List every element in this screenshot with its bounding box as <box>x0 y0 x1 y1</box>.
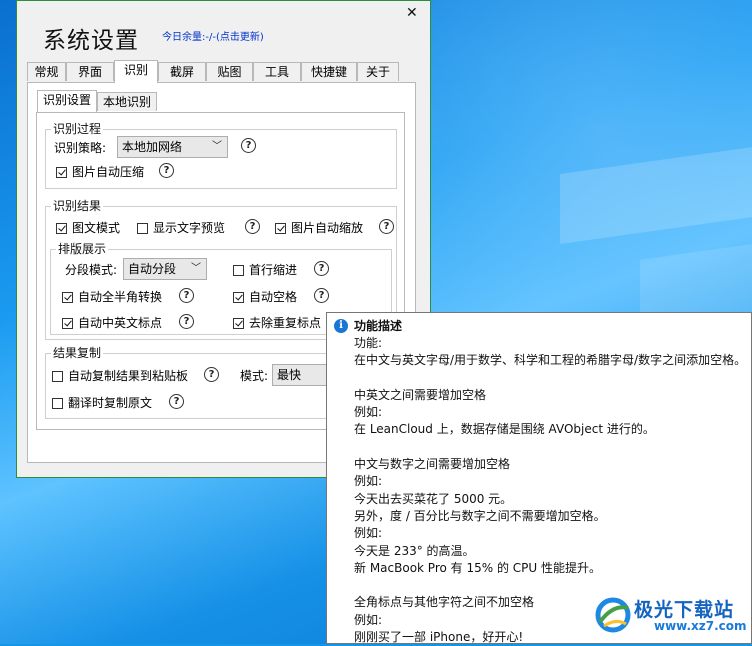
watermark-name: 极光下载站 <box>634 599 735 621</box>
chevron-down-icon: ﹀ <box>191 263 201 274</box>
watermark-logo-icon <box>595 597 631 633</box>
segment-label: 分段模式: <box>65 263 118 277</box>
watermark-url: www.xz7.com <box>654 619 747 633</box>
tab-interface[interactable]: 界面 <box>66 62 114 81</box>
auto-copy-option[interactable]: 自动复制结果到粘贴板 <box>52 368 188 384</box>
tooltip-line: 功能: <box>354 336 383 350</box>
auto-copy-checkbox[interactable] <box>52 371 63 382</box>
auto-zoom-option[interactable]: 图片自动缩放 <box>275 220 363 236</box>
info-icon: i <box>334 319 348 333</box>
tooltip-line: 今天出去买菜花了 5000 元。 <box>354 491 513 506</box>
indent-label: 首行缩进 <box>249 263 298 277</box>
help-icon[interactable]: ? <box>169 394 184 409</box>
text-mode-checkbox[interactable] <box>56 223 67 234</box>
show-preview-label: 显示文字预览 <box>153 221 226 235</box>
tooltip-line: 例如: <box>354 405 383 420</box>
auto-compress-checkbox[interactable] <box>56 167 67 178</box>
tooltip-line <box>354 370 746 387</box>
copy-original-label: 翻译时复制原文 <box>68 396 153 410</box>
auto-compress-label: 图片自动压缩 <box>72 165 145 179</box>
tooltip-title: 功能描述 <box>354 319 403 333</box>
tooltip-line: 新 MacBook Pro 有 15% 的 CPU 性能提升。 <box>354 560 601 575</box>
process-group: 识别过程 识别策略: 本地加网络 ﹀ ? 图片自动压缩 ? <box>45 122 397 189</box>
auto-compress-option[interactable]: 图片自动压缩 <box>56 164 144 180</box>
copy-original-checkbox[interactable] <box>52 398 63 409</box>
mode-value: 最快 <box>277 368 302 382</box>
strategy-label: 识别策略: <box>54 141 107 155</box>
tab-screenshot[interactable]: 截屏 <box>158 62 206 81</box>
subtab-local-recognition[interactable]: 本地识别 <box>97 92 157 111</box>
dedupe-option[interactable]: 去除重复标点 <box>233 315 321 331</box>
punct-label: 自动中英文标点 <box>78 316 163 330</box>
strategy-select[interactable]: 本地加网络 ﹀ <box>117 136 228 158</box>
wallpaper-shape <box>560 145 752 245</box>
auto-space-checkbox[interactable] <box>233 292 244 303</box>
quota-link[interactable]: 今日余量:-/-(点击更新) <box>162 28 264 43</box>
show-preview-option[interactable]: 显示文字预览 <box>137 220 225 236</box>
close-icon[interactable]: ✕ <box>406 5 418 21</box>
help-icon[interactable]: ? <box>314 261 329 276</box>
help-icon[interactable]: ? <box>314 288 329 303</box>
help-icon[interactable]: ? <box>379 219 394 234</box>
tooltip-line: 在中文与英文字母/用于数学、科学和工程的希腊字母/数字之间添加空格。 <box>354 353 747 368</box>
show-preview-checkbox[interactable] <box>137 223 148 234</box>
tooltip-line: 中文与数字之间需要增加空格 <box>354 457 511 472</box>
help-icon[interactable]: ? <box>159 163 174 178</box>
auto-space-option[interactable]: 自动空格 <box>233 289 297 305</box>
tooltip-line: 例如: <box>354 526 383 541</box>
tooltip-line: 例如: <box>354 474 383 489</box>
tooltip-line: 今天是 233° 的高温。 <box>354 543 475 558</box>
help-icon[interactable]: ? <box>241 138 256 153</box>
segment-select[interactable]: 自动分段 ﹀ <box>123 258 207 280</box>
text-mode-label: 图文模式 <box>72 221 121 235</box>
dedupe-label: 去除重复标点 <box>249 316 322 330</box>
chevron-down-icon: ﹀ <box>212 141 222 152</box>
punct-option[interactable]: 自动中英文标点 <box>62 315 162 331</box>
auto-space-label: 自动空格 <box>249 290 298 304</box>
result-legend: 识别结果 <box>51 199 104 213</box>
tab-tools[interactable]: 工具 <box>253 62 301 81</box>
text-mode-option[interactable]: 图文模式 <box>56 220 120 236</box>
layout-legend: 排版展示 <box>56 242 109 256</box>
indent-option[interactable]: 首行缩进 <box>233 262 297 278</box>
indent-checkbox[interactable] <box>233 265 244 276</box>
width-convert-option[interactable]: 自动全半角转换 <box>62 289 162 305</box>
dedupe-checkbox[interactable] <box>233 318 244 329</box>
help-icon[interactable]: ? <box>245 219 260 234</box>
copy-legend: 结果复制 <box>51 346 104 360</box>
tooltip-line <box>354 439 746 456</box>
subtab-recognition-settings[interactable]: 识别设置 <box>37 90 97 112</box>
auto-zoom-label: 图片自动缩放 <box>291 221 364 235</box>
segment-value: 自动分段 <box>128 262 177 276</box>
tab-hotkeys[interactable]: 快捷键 <box>301 62 357 81</box>
process-legend: 识别过程 <box>51 122 104 136</box>
punct-checkbox[interactable] <box>62 318 73 329</box>
watermark: 极光下载站 www.xz7.com <box>594 588 747 640</box>
mode-label: 模式: <box>240 369 269 383</box>
dialog-title: 系统设置 <box>43 28 139 54</box>
tab-general[interactable]: 常规 <box>27 62 66 81</box>
width-convert-label: 自动全半角转换 <box>78 290 163 304</box>
width-convert-checkbox[interactable] <box>62 292 73 303</box>
tooltip-line: 另外，度 / 百分比与数字之间不需要增加空格。 <box>354 508 606 523</box>
help-icon[interactable]: ? <box>179 288 194 303</box>
tab-recognition[interactable]: 识别 <box>114 60 158 83</box>
strategy-value: 本地加网络 <box>122 140 183 154</box>
auto-copy-label: 自动复制结果到粘贴板 <box>68 369 189 383</box>
tooltip-line: 中英文之间需要增加空格 <box>354 387 487 402</box>
tab-pin[interactable]: 贴图 <box>206 62 253 81</box>
help-icon[interactable]: ? <box>204 367 219 382</box>
tooltip-line: 在 LeanCloud 上，数据存储是围绕 AVObject 进行的。 <box>354 422 655 437</box>
help-icon[interactable]: ? <box>179 314 194 329</box>
tab-about[interactable]: 关于 <box>357 62 399 81</box>
auto-zoom-checkbox[interactable] <box>275 223 286 234</box>
copy-original-option[interactable]: 翻译时复制原文 <box>52 395 152 411</box>
